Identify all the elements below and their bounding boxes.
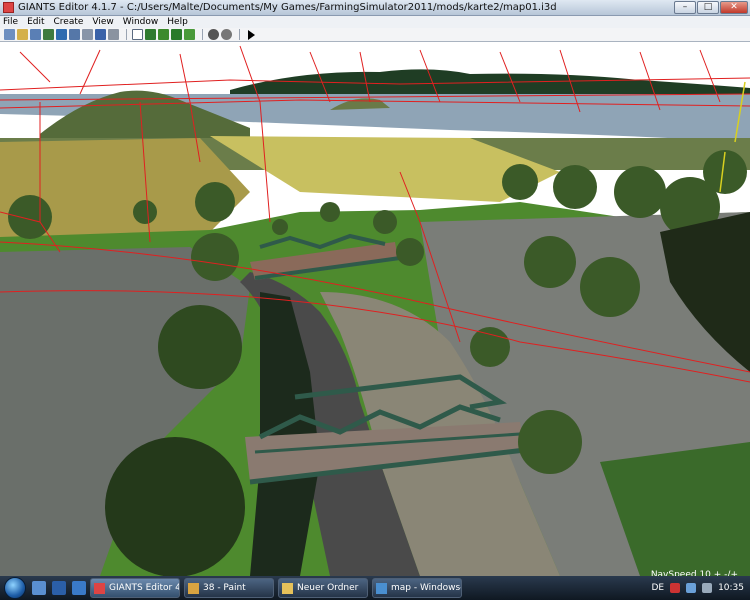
redo-icon[interactable] <box>108 29 119 40</box>
browser-icon[interactable] <box>72 581 86 595</box>
taskbar-item-label: 38 - Paint <box>203 583 246 593</box>
title-bar: GIANTS Editor 4.1.7 - C:/Users/Malte/Doc… <box>0 0 750 16</box>
taskbar-item-label: GIANTS Editor 4.1.7 ... <box>109 583 179 593</box>
taskbar-item[interactable]: GIANTS Editor 4.1.7 ... <box>90 578 180 598</box>
3d-viewport[interactable] <box>0 42 750 576</box>
paint-app-icon <box>188 582 199 594</box>
taskbar: GIANTS Editor 4.1.7 ... 38 - Paint Neuer… <box>0 576 750 600</box>
snap-icon[interactable] <box>208 29 219 40</box>
taskbar-item-label: map - Windows-Fot... <box>391 583 461 593</box>
grass-icon[interactable] <box>184 29 195 40</box>
export-icon[interactable] <box>56 29 67 40</box>
toolbar-separator <box>202 29 203 40</box>
language-indicator[interactable]: DE <box>651 583 664 593</box>
open-file-icon[interactable] <box>17 29 28 40</box>
taskbar-item[interactable]: map - Windows-Fot... <box>372 578 462 598</box>
clock[interactable]: 10:35 <box>718 583 744 593</box>
close-button[interactable]: ✕ <box>720 1 748 14</box>
tool-icon[interactable] <box>82 29 93 40</box>
menu-create[interactable]: Create <box>54 17 84 27</box>
terrain-icon[interactable] <box>145 29 156 40</box>
security-icon[interactable] <box>670 583 681 593</box>
taskbar-item-label: Neuer Ordner <box>297 583 359 593</box>
select-icon[interactable] <box>132 29 143 40</box>
undo-icon[interactable] <box>95 29 106 40</box>
toolbar-separator <box>126 29 127 40</box>
photo-viewer-icon <box>376 582 387 594</box>
giants-app-icon <box>94 582 105 594</box>
paint-icon[interactable] <box>171 29 182 40</box>
menu-file[interactable]: File <box>3 17 18 27</box>
start-button[interactable] <box>4 577 26 599</box>
app-icon <box>3 2 14 13</box>
new-file-icon[interactable] <box>4 29 15 40</box>
window-controls: – □ ✕ <box>674 1 748 14</box>
toolbar-separator <box>239 29 240 40</box>
menu-edit[interactable]: Edit <box>27 17 44 27</box>
taskbar-item[interactable]: 38 - Paint <box>184 578 274 598</box>
show-desktop-icon[interactable] <box>32 581 46 595</box>
save-icon[interactable] <box>30 29 41 40</box>
menu-window[interactable]: Window <box>123 17 159 27</box>
network-icon[interactable] <box>686 583 697 593</box>
foliage-icon[interactable] <box>158 29 169 40</box>
minimize-button[interactable]: – <box>674 1 696 14</box>
taskbar-item[interactable]: Neuer Ordner <box>278 578 368 598</box>
toolbar <box>0 28 750 42</box>
menu-help[interactable]: Help <box>167 17 188 27</box>
save-all-icon[interactable] <box>69 29 80 40</box>
folder-icon <box>282 582 293 594</box>
volume-icon[interactable] <box>702 583 713 593</box>
import-icon[interactable] <box>43 29 54 40</box>
menu-view[interactable]: View <box>92 17 113 27</box>
play-icon[interactable] <box>248 29 255 40</box>
window-title: GIANTS Editor 4.1.7 - C:/Users/Malte/Doc… <box>18 2 557 13</box>
grid-icon[interactable] <box>221 29 232 40</box>
maximize-button[interactable]: □ <box>697 1 719 14</box>
menu-bar: File Edit Create View Window Help <box>0 16 750 28</box>
switch-windows-icon[interactable] <box>52 581 66 595</box>
system-tray: DE 10:35 <box>645 576 750 600</box>
